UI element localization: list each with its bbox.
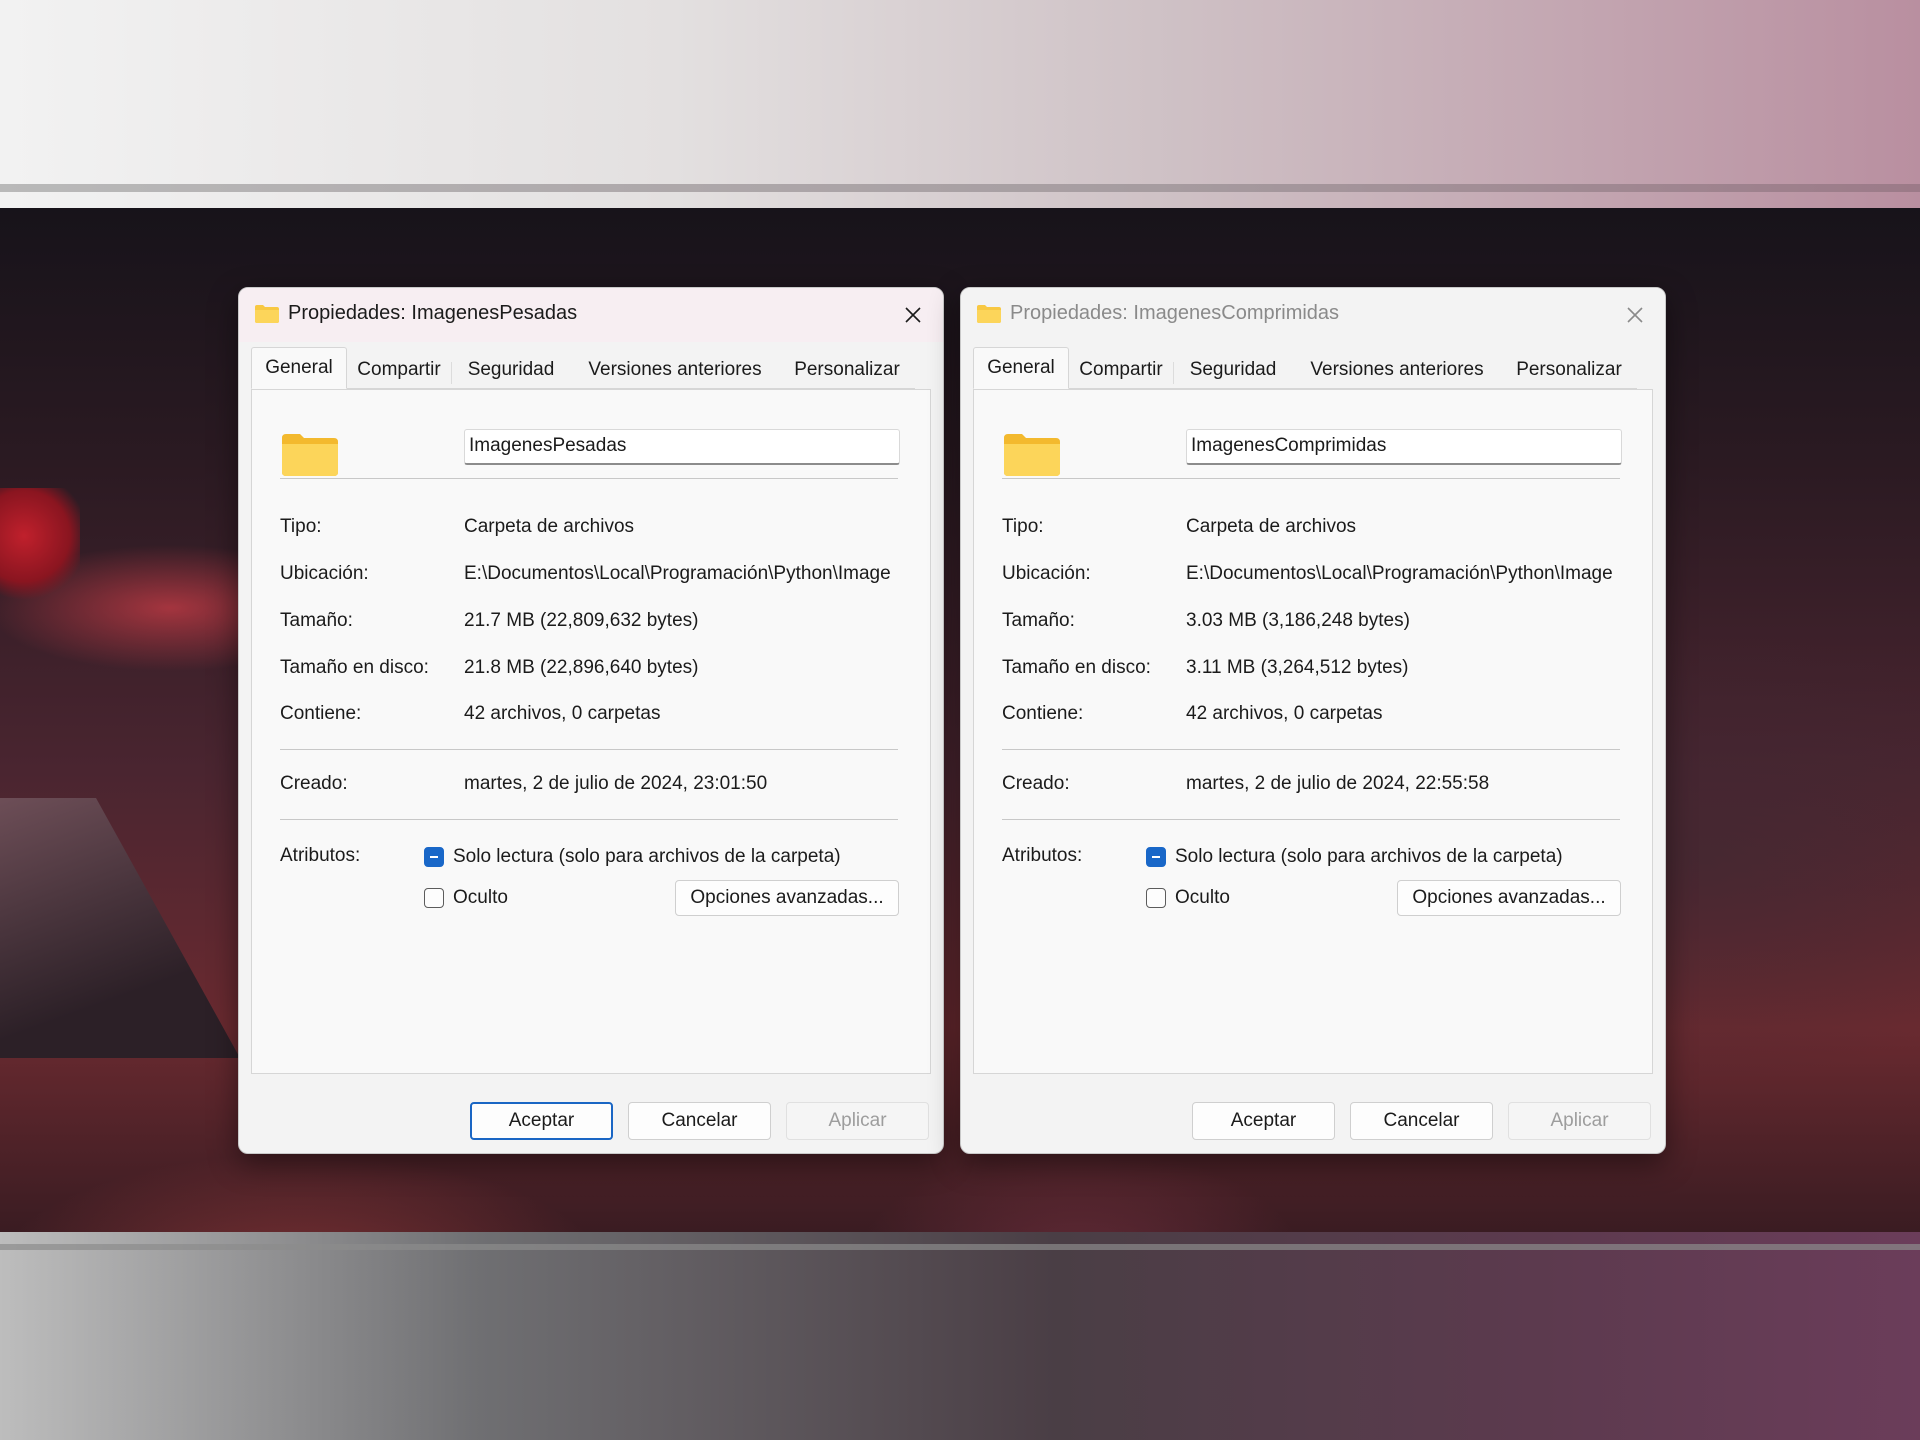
folder-name-input[interactable]: ImagenesPesadas	[464, 429, 900, 465]
tab-personalizar[interactable]: Personalizar	[779, 352, 915, 389]
creado-value: martes, 2 de julio de 2024, 22:55:58	[1186, 773, 1490, 794]
folder-icon	[977, 305, 1001, 323]
tab-general[interactable]: General	[251, 347, 347, 389]
cancelar-button[interactable]: Cancelar	[1350, 1102, 1493, 1140]
general-panel: ImagenesPesadas Tipo: Carpeta de archivo…	[251, 389, 931, 1074]
tamano-label: Tamaño:	[280, 610, 353, 631]
dialog-titlebar[interactable]: Propiedades: ImagenesPesadas	[239, 288, 943, 342]
solo-lectura-checkbox[interactable]	[424, 847, 444, 867]
tamano-en-disco-label: Tamaño en disco:	[1002, 657, 1151, 678]
folder-icon	[1004, 434, 1060, 476]
divider	[1002, 749, 1620, 750]
folder-icon	[255, 305, 279, 323]
aplicar-button[interactable]: Aplicar	[1508, 1102, 1651, 1140]
divider	[1002, 819, 1620, 820]
opciones-avanzadas-button[interactable]: Opciones avanzadas...	[675, 880, 899, 916]
contiene-value: 42 archivos, 0 carpetas	[464, 703, 661, 724]
ubicacion-label: Ubicación:	[1002, 563, 1091, 584]
aceptar-button[interactable]: Aceptar	[1192, 1102, 1335, 1140]
creado-label: Creado:	[1002, 773, 1070, 794]
background-top-window	[0, 0, 1920, 208]
contiene-label: Contiene:	[280, 703, 362, 724]
wallpaper-mountain	[0, 798, 240, 1058]
divider	[1002, 478, 1620, 479]
tab-general[interactable]: General	[973, 347, 1069, 389]
oculto-checkbox[interactable]	[424, 888, 444, 908]
solo-lectura-label[interactable]: Solo lectura (solo para archivos de la c…	[1175, 846, 1563, 868]
aplicar-button[interactable]: Aplicar	[786, 1102, 929, 1140]
divider	[280, 478, 898, 479]
folder-name-input[interactable]: ImagenesComprimidas	[1186, 429, 1622, 465]
tab-versiones-anteriores[interactable]: Versiones anteriores	[1293, 352, 1501, 389]
tab-bar: General Compartir Seguridad Versiones an…	[251, 347, 931, 390]
tamano-en-disco-value: 21.8 MB (22,896,640 bytes)	[464, 657, 699, 678]
aceptar-button[interactable]: Aceptar	[470, 1102, 613, 1140]
dialog-titlebar[interactable]: Propiedades: ImagenesComprimidas	[961, 288, 1665, 342]
folder-icon	[282, 434, 338, 476]
tab-bar: General Compartir Seguridad Versiones an…	[973, 347, 1653, 390]
close-icon	[1627, 307, 1643, 323]
background-bottom-divider	[0, 1244, 1920, 1250]
tab-personalizar[interactable]: Personalizar	[1501, 352, 1637, 389]
tipo-label: Tipo:	[280, 516, 322, 537]
atributos-label: Atributos:	[1002, 845, 1083, 866]
close-icon	[905, 307, 921, 323]
wallpaper-red-tree	[0, 488, 80, 608]
tab-versiones-anteriores[interactable]: Versiones anteriores	[571, 352, 779, 389]
tipo-value: Carpeta de archivos	[1186, 516, 1357, 537]
ubicacion-label: Ubicación:	[280, 563, 369, 584]
dialog-title: Propiedades: ImagenesComprimidas	[1010, 302, 1340, 324]
dialog-title: Propiedades: ImagenesPesadas	[288, 302, 578, 324]
atributos-label: Atributos:	[280, 845, 361, 866]
background-top-divider	[0, 184, 1920, 192]
creado-label: Creado:	[280, 773, 348, 794]
tab-seguridad[interactable]: Seguridad	[451, 352, 571, 389]
tamano-en-disco-value: 3.11 MB (3,264,512 bytes)	[1186, 657, 1409, 678]
tamano-en-disco-label: Tamaño en disco:	[280, 657, 429, 678]
solo-lectura-label[interactable]: Solo lectura (solo para archivos de la c…	[453, 846, 841, 868]
divider	[280, 749, 898, 750]
cancelar-button[interactable]: Cancelar	[628, 1102, 771, 1140]
ubicacion-value[interactable]: E:\Documentos\Local\Programación\Python\…	[1186, 563, 1622, 585]
properties-dialog-imagenescomprimidas: Propiedades: ImagenesComprimidas General…	[960, 287, 1666, 1154]
divider	[280, 819, 898, 820]
oculto-label[interactable]: Oculto	[453, 887, 508, 909]
tipo-value: Carpeta de archivos	[464, 516, 635, 537]
general-panel: ImagenesComprimidas Tipo: Carpeta de arc…	[973, 389, 1653, 1074]
tamano-value: 3.03 MB (3,186,248 bytes)	[1186, 610, 1410, 631]
contiene-label: Contiene:	[1002, 703, 1084, 724]
tab-seguridad[interactable]: Seguridad	[1173, 352, 1293, 389]
tab-compartir[interactable]: Compartir	[1069, 352, 1173, 389]
contiene-value: 42 archivos, 0 carpetas	[1186, 703, 1383, 724]
background-bottom-window	[0, 1232, 1920, 1440]
oculto-checkbox[interactable]	[1146, 888, 1166, 908]
tab-compartir[interactable]: Compartir	[347, 352, 451, 389]
properties-dialog-imagenespesadas: Propiedades: ImagenesPesadas General Com…	[238, 287, 944, 1154]
solo-lectura-checkbox[interactable]	[1146, 847, 1166, 867]
tamano-value: 21.7 MB (22,809,632 bytes)	[464, 610, 699, 631]
close-button[interactable]	[895, 298, 931, 332]
oculto-label[interactable]: Oculto	[1175, 887, 1230, 909]
opciones-avanzadas-button[interactable]: Opciones avanzadas...	[1397, 880, 1621, 916]
tipo-label: Tipo:	[1002, 516, 1044, 537]
tamano-label: Tamaño:	[1002, 610, 1075, 631]
creado-value: martes, 2 de julio de 2024, 23:01:50	[464, 773, 768, 794]
close-button[interactable]	[1617, 298, 1653, 332]
ubicacion-value[interactable]: E:\Documentos\Local\Programación\Python\…	[464, 563, 900, 585]
